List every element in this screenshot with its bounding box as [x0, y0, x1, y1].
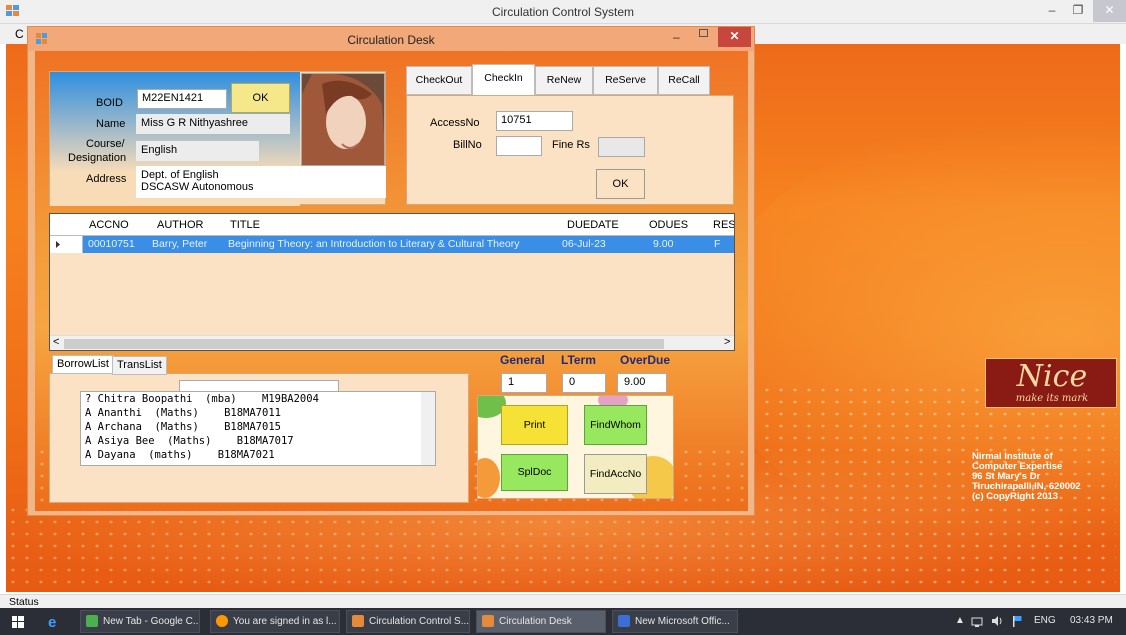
- tab-renew[interactable]: ReNew: [535, 66, 593, 95]
- tab-recall[interactable]: ReCall: [658, 66, 710, 95]
- print-button[interactable]: Print: [501, 405, 568, 445]
- course-label: Course/: [86, 138, 125, 150]
- name-label: Name: [96, 118, 126, 130]
- borrower-listbox[interactable]: ? Chitra Boopathi (mba) M19BA2004 A Anan…: [80, 391, 436, 466]
- tab-borrowlist[interactable]: BorrowList: [52, 355, 114, 374]
- billno-label: BillNo: [453, 139, 482, 151]
- child-maximize-button[interactable]: [699, 29, 708, 37]
- taskbar-item-chrome[interactable]: New Tab - Google C...: [80, 610, 200, 633]
- network-icon[interactable]: [970, 614, 984, 631]
- findwhom-button[interactable]: FindWhom: [584, 405, 647, 445]
- borrow-panel: BorrowList TransList ? Chitra Boopathi (…: [49, 355, 469, 503]
- cell-duedate: 06-Jul-23: [562, 238, 606, 250]
- grid-hscrollbar[interactable]: < >: [50, 335, 734, 350]
- language-indicator[interactable]: ENG: [1034, 615, 1056, 626]
- accessno-label: AccessNo: [430, 117, 480, 129]
- lterm-label: LTerm: [561, 353, 596, 367]
- scroll-left-icon[interactable]: <: [53, 336, 59, 348]
- overdue-label: OverDue: [620, 353, 671, 367]
- clock[interactable]: 03:43 PM: [1070, 615, 1113, 626]
- taskbar-item-circulation-control[interactable]: Circulation Control S...: [346, 610, 470, 633]
- cell-res: F: [714, 238, 721, 250]
- overdue-amount: 9.00: [617, 373, 667, 393]
- cell-accno: 00010751: [88, 238, 135, 250]
- row-selector[interactable]: [50, 236, 83, 253]
- child-window-title: Circulation Desk: [347, 33, 435, 47]
- col-odues[interactable]: ODUES: [649, 219, 688, 231]
- internet-explorer-icon[interactable]: e: [48, 614, 64, 631]
- list-item[interactable]: A Dayana (maths) B18MA7021: [81, 448, 435, 462]
- flag-icon[interactable]: [1010, 614, 1024, 631]
- loans-grid: ACCNO AUTHOR TITLE DUEDATE ODUES RES 000…: [49, 213, 735, 351]
- name-field: Miss G R Nithyashree: [136, 114, 290, 134]
- main-titlebar: Circulation Control System – ❐ ✕: [0, 0, 1126, 24]
- list-item[interactable]: A Ananthi (Maths) B18MA7011: [81, 406, 435, 420]
- col-res[interactable]: RES: [713, 219, 734, 231]
- child-close-button[interactable]: ✕: [718, 27, 751, 47]
- findaccno-button[interactable]: FindAccNo: [584, 454, 647, 494]
- general-count: 1: [501, 373, 547, 393]
- list-item[interactable]: ? Chitra Boopathi (mba) M19BA2004: [81, 392, 435, 406]
- branding-text: Nirmal Institute of Computer Expertise 9…: [972, 451, 1081, 502]
- finers-field: [598, 137, 645, 157]
- designation-label: Designation: [68, 152, 127, 164]
- boid-label: BOID: [96, 97, 123, 109]
- cell-title: Beginning Theory: an Introduction to Lit…: [228, 238, 520, 250]
- grid-header: ACCNO AUTHOR TITLE DUEDATE ODUES RES: [50, 214, 734, 236]
- list-item[interactable]: A Archana (Maths) B18MA7015: [81, 420, 435, 434]
- app-window-icon: [482, 615, 494, 627]
- menu-item[interactable]: C: [15, 27, 24, 41]
- windows-start-icon[interactable]: [12, 616, 24, 628]
- main-window-title: Circulation Control System: [491, 5, 635, 19]
- col-author[interactable]: AUTHOR: [157, 219, 203, 231]
- finers-label: Fine Rs: [552, 139, 590, 151]
- status-text: Status: [9, 596, 39, 608]
- close-button[interactable]: ✕: [1093, 0, 1126, 22]
- cell-odues: 9.00: [653, 238, 674, 250]
- minimize-button[interactable]: –: [1040, 0, 1064, 22]
- tab-checkout[interactable]: CheckOut: [406, 66, 472, 95]
- boid-input[interactable]: M22EN1421: [137, 89, 227, 109]
- volume-icon[interactable]: [990, 614, 1004, 631]
- child-titlebar: Circulation Desk – ✕: [28, 27, 754, 51]
- tab-translist[interactable]: TransList: [112, 356, 167, 375]
- taskbar-item-firefox[interactable]: You are signed in as l...: [210, 610, 340, 633]
- taskbar-item-circulation-desk[interactable]: Circulation Desk: [476, 610, 606, 633]
- tab-reserve[interactable]: ReServe: [593, 66, 658, 95]
- boid-ok-button[interactable]: OK: [231, 83, 290, 113]
- member-photo: [301, 73, 385, 166]
- general-label: General: [500, 353, 545, 367]
- address-field: Dept. of English DSCASW Autonomous: [136, 166, 386, 198]
- address-label: Address: [86, 173, 127, 185]
- child-minimize-button[interactable]: –: [673, 30, 680, 44]
- firefox-icon: [216, 615, 228, 627]
- spldoc-button[interactable]: SplDoc: [501, 454, 568, 491]
- statusbar: Status: [0, 594, 1126, 608]
- listbox-scrollbar[interactable]: [421, 392, 435, 465]
- taskbar: e New Tab - Google C... You are signed i…: [0, 608, 1126, 635]
- nice-logo: Nice make its mark: [985, 358, 1117, 408]
- col-accno[interactable]: ACCNO: [89, 219, 129, 231]
- office-icon: [618, 615, 630, 627]
- transaction-tabs: CheckOut CheckIn ReNew ReServe ReCall: [406, 64, 734, 205]
- scroll-right-icon[interactable]: >: [724, 336, 730, 348]
- billno-input[interactable]: [496, 136, 542, 156]
- scroll-thumb[interactable]: [64, 339, 664, 349]
- checkin-ok-button[interactable]: OK: [596, 169, 645, 199]
- list-item[interactable]: A Asiya Bee (Maths) B18MA7017: [81, 434, 435, 448]
- taskbar-item-office[interactable]: New Microsoft Offic...: [612, 610, 738, 633]
- maximize-button[interactable]: ❐: [1066, 0, 1090, 22]
- lterm-count: 0: [562, 373, 606, 393]
- col-title[interactable]: TITLE: [230, 219, 260, 231]
- tray-arrow-icon[interactable]: ▲: [955, 615, 965, 626]
- col-duedate[interactable]: DUEDATE: [567, 219, 619, 231]
- course-field: English: [136, 141, 259, 161]
- chrome-icon: [86, 615, 98, 627]
- cell-author: Barry, Peter: [152, 238, 208, 250]
- table-row[interactable]: 00010751 Barry, Peter Beginning Theory: …: [50, 236, 734, 253]
- accessno-input[interactable]: 10751: [496, 111, 573, 131]
- app-window-icon: [352, 615, 364, 627]
- tab-checkin[interactable]: CheckIn: [472, 64, 535, 95]
